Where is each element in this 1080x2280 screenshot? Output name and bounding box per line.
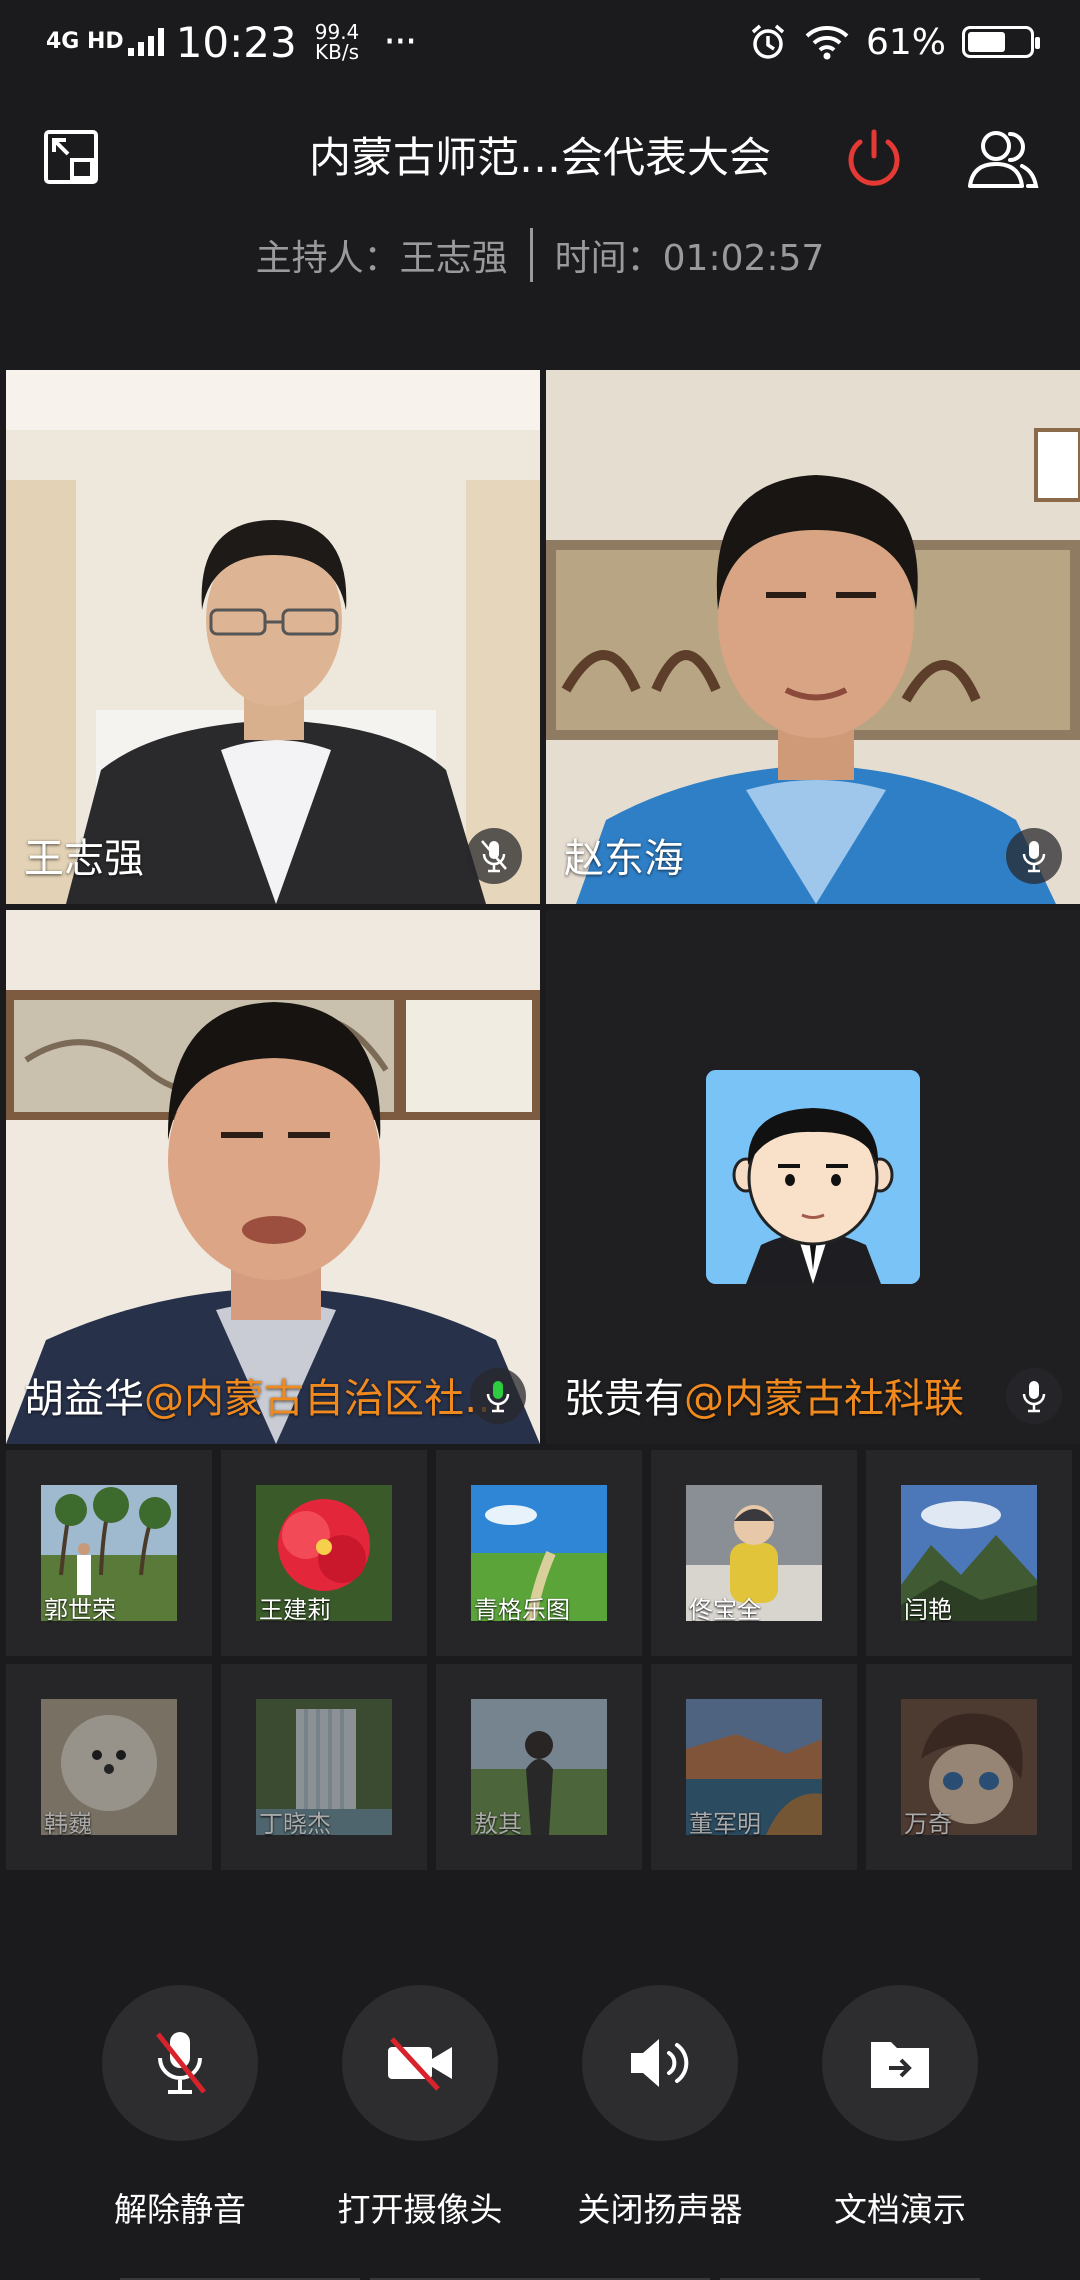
more-notifications-icon: ··· <box>383 19 417 65</box>
close-speaker-label: 关闭扬声器 <box>577 2190 743 2229</box>
participant-name: 王志强 <box>24 826 144 884</box>
battery-percent: 61% <box>865 21 946 63</box>
signal-icon <box>127 28 164 56</box>
bottom-edge-decoration <box>120 2278 980 2280</box>
participants-icon[interactable] <box>966 126 1042 192</box>
status-bar: 4G HD 10:23 99.4 KB/s ··· 61% <box>0 0 1080 84</box>
participant-name: 张贵有@内蒙古社科联 <box>564 1366 964 1424</box>
participant-thumbnail[interactable]: 闫艳 <box>866 1450 1072 1656</box>
participant-thumb-name: 青格乐图 <box>474 1596 570 1624</box>
meeting-header: 内蒙古师范…会代表大会 <box>0 84 1080 234</box>
host-label: 主持人：王志强 <box>255 238 508 279</box>
minimize-window-icon[interactable] <box>42 128 102 188</box>
participant-thumbnail[interactable]: 敖其 <box>436 1664 642 1870</box>
participant-thumb-name: 闫艳 <box>904 1596 952 1624</box>
participant-thumb-name: 董军明 <box>689 1810 761 1838</box>
end-meeting-power-icon[interactable] <box>840 124 908 192</box>
meeting-title: 内蒙古师范…会代表大会 <box>308 133 771 182</box>
camera-off-icon <box>388 2037 452 2091</box>
cartoon-avatar-icon <box>706 1070 920 1284</box>
mic-status <box>470 1368 526 1424</box>
participant-thumbnail[interactable]: 董军明 <box>651 1664 857 1870</box>
avatar <box>706 1070 920 1284</box>
video-tile[interactable]: 王志强 <box>6 370 540 904</box>
participant-thumbnail[interactable]: 万奇 <box>866 1664 1072 1870</box>
video-tile[interactable]: 张贵有@内蒙古社科联 <box>546 910 1080 1444</box>
alarm-icon <box>751 24 785 59</box>
participant-org: @内蒙古社科联 <box>684 1376 964 1422</box>
participant-thumb-name: 王建莉 <box>259 1596 331 1624</box>
participant-thumbnail[interactable]: 丁晓杰 <box>221 1664 427 1870</box>
speaker-control: 关闭扬声器 <box>540 1985 780 2231</box>
participant-thumb-name: 韩巍 <box>44 1810 92 1838</box>
mic-status <box>1006 1368 1062 1424</box>
participant-name: 赵东海 <box>564 826 684 884</box>
participant-thumbnail[interactable]: 郭世荣 <box>6 1450 212 1656</box>
participant-thumb-name: 郭世荣 <box>44 1596 116 1624</box>
share-document-control: 文档演示 <box>780 1985 1020 2231</box>
network-speed: 99.4 KB/s <box>315 22 360 62</box>
share-document-button[interactable] <box>822 1985 978 2141</box>
video-feed <box>546 370 1080 904</box>
video-feed <box>6 370 540 904</box>
open-camera-button[interactable] <box>342 1985 498 2141</box>
camera-control: 打开摄像头 <box>300 1985 540 2231</box>
participant-thumbnail[interactable]: 青格乐图 <box>436 1450 642 1656</box>
participant-thumb-name: 佟宝全 <box>689 1596 761 1624</box>
close-speaker-button[interactable] <box>582 1985 738 2141</box>
participant-thumbnail[interactable]: 韩巍 <box>6 1664 212 1870</box>
participant-thumb-name: 敖其 <box>474 1810 522 1838</box>
mic-muted-icon <box>481 840 507 873</box>
meeting-info: 主持人：王志强 时间：01:02:57 <box>0 228 1080 282</box>
participant-name-text: 张贵有 <box>564 1376 684 1422</box>
participant-thumb-name: 万奇 <box>904 1810 952 1838</box>
unmute-button[interactable] <box>102 1985 258 2141</box>
mic-icon <box>1022 841 1046 873</box>
wifi-icon <box>805 26 849 60</box>
status-time: 10:23 <box>175 17 297 67</box>
unmute-label: 解除静音 <box>114 2190 246 2229</box>
participant-thumb-name: 丁晓杰 <box>259 1810 331 1838</box>
participant-name-text: 赵东海 <box>564 836 684 882</box>
participant-thumbnail[interactable]: 王建莉 <box>221 1450 427 1656</box>
mic-active-icon <box>486 1381 510 1413</box>
mic-muted-icon <box>156 2032 206 2094</box>
video-tile[interactable]: 胡益华@内蒙古自治区社… <box>6 910 540 1444</box>
mic-icon <box>1022 1381 1046 1413</box>
participant-name: 胡益华@内蒙古自治区社… <box>24 1366 504 1424</box>
battery-icon <box>962 26 1040 58</box>
unmute-control: 解除静音 <box>60 1985 300 2231</box>
divider <box>529 228 533 282</box>
share-document-icon <box>871 2042 929 2088</box>
video-tile[interactable]: 赵东海 <box>546 370 1080 904</box>
mic-status <box>466 828 522 884</box>
participant-org: @内蒙古自治区社… <box>144 1376 504 1422</box>
video-feed <box>6 910 540 1444</box>
participant-thumbnail[interactable]: 佟宝全 <box>651 1450 857 1656</box>
network-type: 4G HD <box>46 29 124 54</box>
network-speed-unit: KB/s <box>315 40 360 64</box>
meeting-timer: 时间：01:02:57 <box>554 238 825 279</box>
participant-name-text: 王志强 <box>24 836 144 882</box>
mic-status <box>1006 828 1062 884</box>
speaker-icon <box>631 2039 689 2087</box>
share-document-label: 文档演示 <box>834 2190 966 2229</box>
participant-name-text: 胡益华 <box>24 1376 144 1422</box>
open-camera-label: 打开摄像头 <box>337 2190 503 2229</box>
